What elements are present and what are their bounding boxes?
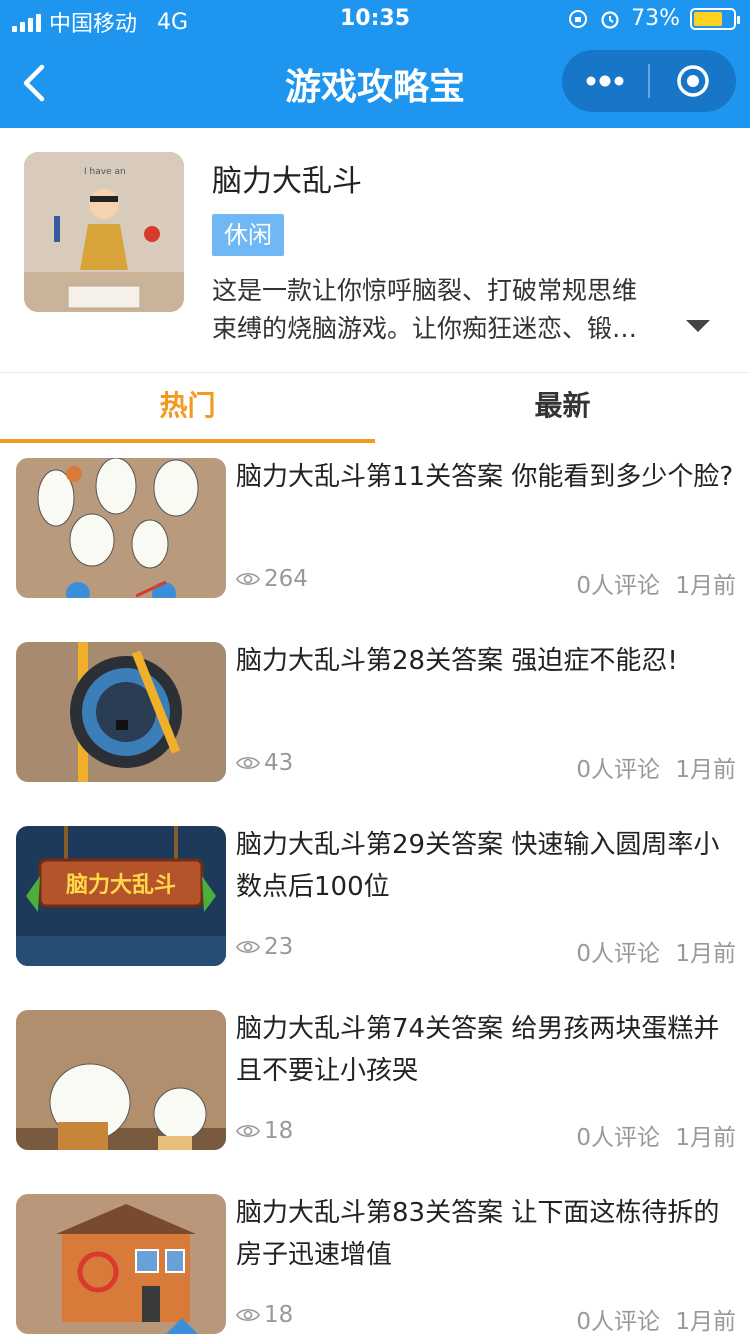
eye-icon: [236, 1124, 260, 1138]
article-title: 脑力大乱斗第28关答案 强迫症不能忍!: [236, 646, 678, 676]
view-count: 23: [236, 934, 293, 960]
view-count-value: 18: [264, 1118, 294, 1144]
article-item[interactable]: 脑力大乱斗 脑力大乱斗第29关答案 快速输入圆周率小数点后100位 23 0人评…: [0, 810, 750, 994]
game-description-line: 这是一款让你惊呼脑裂、打破常规思维: [212, 276, 638, 305]
status-bar: 中国移动 4G 10:35 73%: [0, 0, 750, 40]
comment-count: 0人评论: [576, 757, 661, 783]
comment-count: 0人评论: [576, 941, 661, 967]
article-title: 脑力大乱斗第74关答案 给男孩两块蛋糕并且不要让小孩哭: [236, 1014, 720, 1086]
close-button[interactable]: [650, 50, 736, 112]
article-meta-right: 0人评论 1月前: [576, 1118, 736, 1152]
article-title: 脑力大乱斗第29关答案 快速输入圆周率小数点后100位: [236, 830, 720, 902]
view-count: 264: [236, 566, 308, 592]
rotation-lock-icon: [569, 9, 588, 28]
view-count-value: 264: [264, 566, 308, 592]
view-count-value: 43: [264, 750, 294, 776]
target-circle-icon: [677, 65, 709, 97]
view-count-value: 23: [264, 934, 294, 960]
eye-icon: [236, 572, 260, 586]
view-count: 43: [236, 750, 293, 776]
post-time: 1月前: [675, 573, 736, 599]
status-right: 73%: [567, 6, 740, 31]
chevron-left-icon: [23, 64, 45, 102]
article-meta-right: 0人评论 1月前: [576, 934, 736, 968]
article-meta: 23 0人评论 1月前: [236, 934, 736, 968]
comment-count: 0人评论: [576, 1309, 661, 1334]
svg-text:I have an: I have an: [84, 167, 126, 177]
article-thumbnail: [16, 1010, 226, 1150]
article-meta-right: 0人评论 1月前: [576, 750, 736, 784]
article-item[interactable]: 脑力大乱斗第11关答案 你能看到多少个脸? 264 0人评论 1月前: [0, 442, 750, 626]
post-time: 1月前: [675, 757, 736, 783]
article-thumbnail: 脑力大乱斗: [16, 826, 226, 966]
game-description-line: 束缚的烧脑游戏。让你痴狂迷恋、锻…: [212, 314, 638, 343]
tab-newest[interactable]: 最新: [375, 373, 750, 443]
battery-percent: 73%: [631, 6, 680, 31]
alarm-icon: [601, 10, 619, 29]
svg-text:脑力大乱斗: 脑力大乱斗: [66, 872, 176, 898]
article-title: 脑力大乱斗第83关答案 让下面这栋待拆的房子迅速增值: [236, 1198, 720, 1270]
article-meta: 264 0人评论 1月前: [236, 566, 736, 600]
comment-count: 0人评论: [576, 1125, 661, 1151]
comment-count: 0人评论: [576, 573, 661, 599]
more-button[interactable]: [562, 50, 648, 112]
view-count-value: 18: [264, 1302, 294, 1328]
mini-program-capsule: [562, 50, 736, 112]
game-category-tag[interactable]: 休闲: [212, 214, 284, 256]
nav-bar: 游戏攻略宝: [0, 40, 750, 128]
article-thumbnail: [16, 458, 226, 598]
view-count: 18: [236, 1118, 293, 1144]
game-cover-image: I have an: [24, 152, 184, 312]
battery-fill: [694, 11, 722, 26]
eye-icon: [236, 1308, 260, 1322]
game-description: 这是一款让你惊呼脑裂、打破常规思维 束缚的烧脑游戏。让你痴狂迷恋、锻…: [212, 272, 672, 348]
app-header: 中国移动 4G 10:35 73% 游戏攻略宝: [0, 0, 750, 128]
post-time: 1月前: [675, 1309, 736, 1334]
game-info-card: I have an 脑力大乱斗 休闲 这是一款让你惊呼脑裂、打破常规思维 束缚的…: [0, 128, 750, 372]
article-item[interactable]: 脑力大乱斗第28关答案 强迫症不能忍! 43 0人评论 1月前: [0, 626, 750, 810]
article-item[interactable]: 脑力大乱斗第74关答案 给男孩两块蛋糕并且不要让小孩哭 18 0人评论 1月前: [0, 994, 750, 1178]
battery-icon: [690, 7, 740, 30]
article-meta: 18 0人评论 1月前: [236, 1118, 736, 1152]
post-time: 1月前: [675, 1125, 736, 1151]
post-time: 1月前: [675, 941, 736, 967]
article-meta-right: 0人评论 1月前: [576, 566, 736, 600]
game-cover-illustration: I have an: [24, 152, 184, 312]
back-button[interactable]: [14, 58, 58, 108]
article-title: 脑力大乱斗第11关答案 你能看到多少个脸?: [236, 462, 734, 492]
article-thumbnail: [16, 1194, 226, 1334]
article-meta: 18 0人评论 1月前: [236, 1302, 736, 1334]
tab-bar: 热门 最新: [0, 372, 750, 443]
more-dots-icon: [586, 75, 624, 87]
article-meta: 43 0人评论 1月前: [236, 750, 736, 784]
triangle-down-icon[interactable]: [686, 320, 710, 332]
tab-hot[interactable]: 热门: [0, 373, 375, 443]
article-thumbnail: [16, 642, 226, 782]
view-count: 18: [236, 1302, 293, 1328]
article-item[interactable]: 脑力大乱斗第83关答案 让下面这栋待拆的房子迅速增值 18 0人评论 1月前: [0, 1178, 750, 1334]
game-name: 脑力大乱斗: [212, 164, 362, 199]
article-meta-right: 0人评论 1月前: [576, 1302, 736, 1334]
eye-icon: [236, 940, 260, 954]
eye-icon: [236, 756, 260, 770]
